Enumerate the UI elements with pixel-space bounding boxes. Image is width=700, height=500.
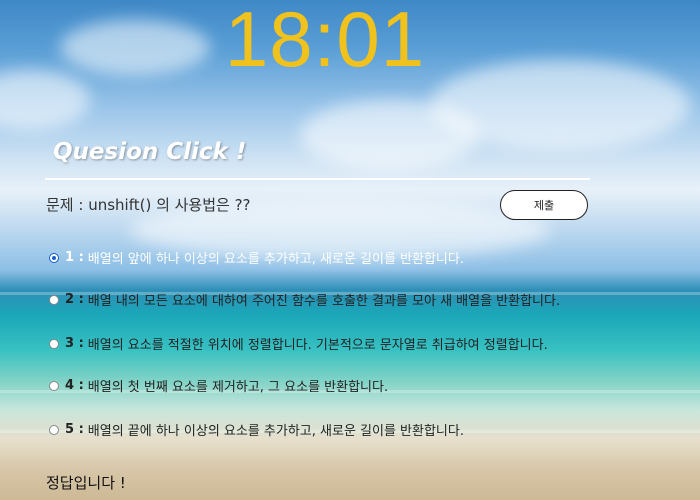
cloud xyxy=(60,20,210,75)
option-number: 2 : xyxy=(65,292,84,307)
option-label: 배열의 끝에 하나 이상의 요소를 추가하고, 새로운 길이를 반환합니다. xyxy=(87,424,464,439)
option-2[interactable]: 2 : 배열 내의 모든 요소에 대하여 주어진 함수를 호출한 결과를 모아 … xyxy=(49,290,560,309)
option-number: 4 : xyxy=(65,378,84,393)
radio-button[interactable] xyxy=(49,294,59,305)
clock-display: 18:01 xyxy=(224,0,426,83)
option-3[interactable]: 3 : 배열의 요소를 적절한 위치에 정렬합니다. 기본적으로 문자열로 취급… xyxy=(49,334,548,353)
cloud xyxy=(0,70,90,130)
title-divider xyxy=(45,178,590,180)
result-message: 정답입니다 ! xyxy=(46,474,126,492)
option-label: 배열 내의 모든 요소에 대하여 주어진 함수를 호출한 결과를 모아 새 배열… xyxy=(87,294,561,309)
radio-button[interactable] xyxy=(49,424,59,435)
option-label: 배열의 첫 번째 요소를 제거하고, 그 요소를 반환합니다. xyxy=(87,380,389,395)
radio-button[interactable] xyxy=(49,252,59,263)
option-4[interactable]: 4 : 배열의 첫 번째 요소를 제거하고, 그 요소를 반환합니다. xyxy=(49,376,388,395)
option-number: 1 : xyxy=(65,250,84,265)
radio-button[interactable] xyxy=(49,338,59,349)
option-label: 배열의 앞에 하나 이상의 요소를 추가하고, 새로운 길이를 반환합니다. xyxy=(87,252,464,267)
option-number: 3 : xyxy=(65,336,84,351)
option-5[interactable]: 5 : 배열의 끝에 하나 이상의 요소를 추가하고, 새로운 길이를 반환합니… xyxy=(49,420,464,439)
option-label: 배열의 요소를 적절한 위치에 정렬합니다. 기본적으로 문자열로 취급하여 정… xyxy=(87,338,548,353)
question-text: 문제 : unshift() 의 사용법은 ?? xyxy=(46,196,251,214)
radio-button[interactable] xyxy=(49,380,59,391)
quiz-title: Quesion Click ! xyxy=(53,139,247,165)
submit-button[interactable]: 제출 xyxy=(500,190,588,220)
option-1[interactable]: 1 : 배열의 앞에 하나 이상의 요소를 추가하고, 새로운 길이를 반환합니… xyxy=(49,248,464,267)
option-number: 5 : xyxy=(65,422,84,437)
cloud xyxy=(300,100,480,170)
